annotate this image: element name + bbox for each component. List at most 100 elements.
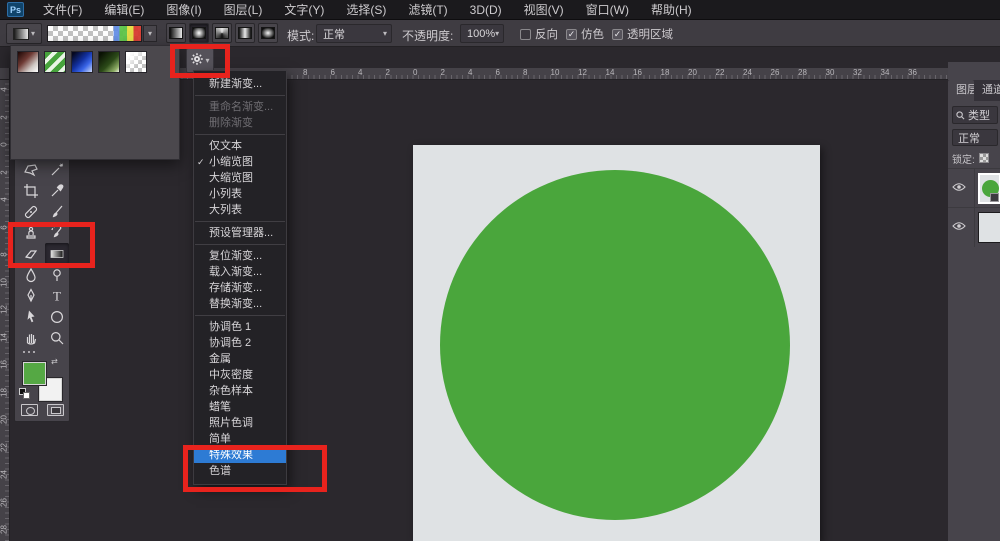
blend-mode-select[interactable]: 正常 bbox=[952, 129, 998, 146]
default-colors-icon[interactable] bbox=[19, 388, 31, 400]
checkbox-icon[interactable]: ✓ bbox=[612, 29, 623, 40]
ruler-number: 14 bbox=[0, 332, 9, 342]
visibility-eye-icon[interactable] bbox=[952, 181, 966, 195]
crop-tool[interactable] bbox=[19, 180, 43, 201]
linear-gradient-button[interactable] bbox=[166, 23, 186, 43]
checkbox-仿色[interactable]: ✓仿色 bbox=[566, 26, 604, 42]
menubar-item[interactable]: 图像(I) bbox=[155, 3, 212, 17]
opacity-select[interactable]: 100% ▾ bbox=[460, 24, 504, 43]
tab-channels[interactable]: 通道 bbox=[974, 80, 1000, 101]
brush-tool[interactable] bbox=[45, 201, 69, 222]
checkbox-反向[interactable]: 反向 bbox=[520, 26, 558, 42]
lock-transparency-icon[interactable] bbox=[979, 153, 989, 163]
menubar-item[interactable]: 3D(D) bbox=[459, 3, 513, 17]
photoshop-logo-icon[interactable]: Ps bbox=[7, 2, 24, 17]
ellipse-tool[interactable] bbox=[45, 306, 69, 327]
ruler-number: 12 bbox=[578, 68, 587, 77]
hand-tool[interactable] bbox=[19, 327, 43, 348]
path-selection-tool[interactable] bbox=[19, 306, 43, 327]
layer-row[interactable] bbox=[948, 207, 1000, 246]
canvas[interactable] bbox=[413, 145, 820, 541]
gradient-preview[interactable] bbox=[47, 25, 142, 42]
menu-item-新建渐变[interactable]: 新建渐变... bbox=[194, 76, 286, 92]
swap-colors-icon[interactable]: ⇄ bbox=[51, 357, 58, 366]
menu-bar: Ps 文件(F)编辑(E)图像(I)图层(L)文字(Y)选择(S)滤镜(T)3D… bbox=[0, 0, 1000, 20]
tab-layers[interactable]: 图层 bbox=[948, 80, 974, 101]
green-stripes-gradient-thumb[interactable] bbox=[44, 51, 66, 73]
reflected-gradient-button[interactable] bbox=[235, 23, 255, 43]
ruler-number: 14 bbox=[606, 68, 615, 77]
ruler-number: 0 bbox=[0, 140, 9, 150]
menubar-item[interactable]: 文字(Y) bbox=[273, 3, 335, 17]
menu-item-载入渐变[interactable]: 载入渐变... bbox=[194, 264, 286, 280]
dark-green-gradient-thumb[interactable] bbox=[98, 51, 120, 73]
ruler-number: 22 bbox=[0, 442, 9, 452]
layer-row[interactable] bbox=[948, 168, 1000, 207]
screen-mode-button[interactable] bbox=[47, 404, 64, 416]
ruler-number: 0 bbox=[413, 68, 417, 77]
menu-item-协调色 2[interactable]: 协调色 2 bbox=[194, 335, 286, 351]
eyedropper-tool[interactable] bbox=[45, 180, 69, 201]
ruler-number: 4 bbox=[468, 68, 472, 77]
layer-filter-field[interactable]: 类型 bbox=[952, 106, 998, 124]
ruler-number: 2 bbox=[441, 68, 445, 77]
angle-gradient-button[interactable] bbox=[212, 23, 232, 43]
menubar-item[interactable]: 编辑(E) bbox=[93, 3, 155, 17]
menu-item-小列表[interactable]: 小列表 bbox=[194, 186, 286, 202]
checkbox-label: 透明区域 bbox=[627, 26, 673, 42]
healing-brush-tool[interactable] bbox=[19, 201, 43, 222]
foreground-color-swatch[interactable] bbox=[23, 362, 46, 385]
layer-thumbnail-background-layer[interactable] bbox=[978, 212, 1000, 243]
menu-item-中灰密度[interactable]: 中灰密度 bbox=[194, 367, 286, 383]
menubar-item[interactable]: 图层(L) bbox=[213, 3, 274, 17]
magic-wand-tool[interactable] bbox=[45, 159, 69, 180]
checkbox-icon[interactable] bbox=[520, 29, 531, 40]
checkbox-icon[interactable]: ✓ bbox=[566, 29, 577, 40]
edit-toolbar-icon[interactable] bbox=[23, 349, 43, 355]
menubar-item[interactable]: 帮助(H) bbox=[640, 3, 703, 17]
menu-item-协调色 1[interactable]: 协调色 1 bbox=[194, 319, 286, 335]
ruler-number: 36 bbox=[908, 68, 917, 77]
type-tool-icon: T bbox=[49, 288, 65, 304]
menu-item-存储渐变[interactable]: 存储渐变... bbox=[194, 280, 286, 296]
mode-select[interactable]: 正常 ▾ bbox=[316, 24, 392, 43]
menubar-item[interactable]: 视图(V) bbox=[513, 3, 575, 17]
visibility-eye-icon[interactable] bbox=[952, 220, 966, 234]
menu-item-大列表[interactable]: 大列表 bbox=[194, 202, 286, 218]
menu-item-预设管理器[interactable]: 预设管理器... bbox=[194, 225, 286, 241]
annotation-box-gear bbox=[170, 44, 230, 78]
dodge-tool-icon bbox=[49, 267, 65, 283]
menubar-item[interactable]: 滤镜(T) bbox=[397, 3, 458, 17]
quick-mask-button[interactable] bbox=[21, 404, 38, 416]
radial-gradient-button[interactable] bbox=[189, 23, 209, 43]
transparent-gradient-thumb[interactable] bbox=[125, 51, 147, 73]
options-bar: ▾ ▾ 模式: 正常 ▾ 不透明度: 100% ▾ 反向✓仿色✓透明区域 bbox=[0, 20, 1000, 47]
zoom-tool[interactable] bbox=[45, 327, 69, 348]
menubar-item[interactable]: 选择(S) bbox=[335, 3, 397, 17]
menu-item-复位渐变[interactable]: 复位渐变... bbox=[194, 248, 286, 264]
pen-tool[interactable] bbox=[19, 285, 43, 306]
menu-item-金属[interactable]: 金属 bbox=[194, 351, 286, 367]
menu-item-替换渐变[interactable]: 替换渐变... bbox=[194, 296, 286, 312]
blue-gradient-thumb[interactable] bbox=[71, 51, 93, 73]
gradient-picker-open-button[interactable]: ▾ bbox=[143, 25, 157, 42]
type-tool[interactable]: T bbox=[45, 285, 69, 306]
menu-item-仅文本[interactable]: 仅文本 bbox=[194, 138, 286, 154]
menu-item-杂色样本[interactable]: 杂色样本 bbox=[194, 383, 286, 399]
menu-item-蜡笔[interactable]: 蜡笔 bbox=[194, 399, 286, 415]
ruler-number: 30 bbox=[826, 68, 835, 77]
mode-label: 模式: bbox=[287, 27, 314, 44]
checkbox-透明区域[interactable]: ✓ 透明区域 bbox=[612, 26, 673, 42]
diamond-gradient-button[interactable] bbox=[258, 23, 278, 43]
menu-item-大缩览图[interactable]: 大缩览图 bbox=[194, 170, 286, 186]
black-to-white-gradient-thumb[interactable] bbox=[17, 51, 39, 73]
menubar-item[interactable]: 窗口(W) bbox=[575, 3, 640, 17]
chevron-down-icon: ▾ bbox=[31, 30, 35, 38]
menubar-item[interactable]: 文件(F) bbox=[32, 3, 93, 17]
layer-thumbnail-green-circle-layer[interactable] bbox=[978, 173, 1000, 204]
tool-preset-picker[interactable]: ▾ bbox=[6, 23, 42, 44]
menu-item-照片色调[interactable]: 照片色调 bbox=[194, 415, 286, 431]
reflected-gradient-button-icon bbox=[238, 27, 252, 39]
polygonal-lasso-tool[interactable] bbox=[19, 159, 43, 180]
menu-item-小缩览图[interactable]: ✓小缩览图 bbox=[194, 154, 286, 170]
